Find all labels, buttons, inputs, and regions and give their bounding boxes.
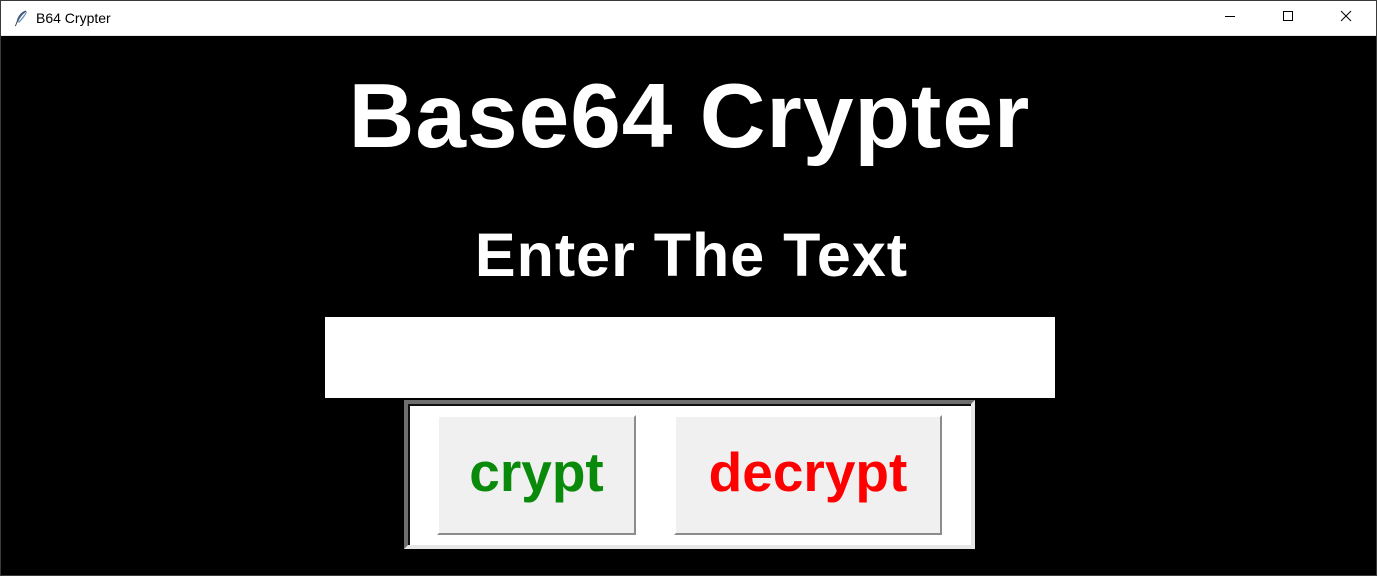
maximize-icon [1282, 9, 1294, 27]
page-title: Base64 Crypter [348, 66, 1031, 167]
input-prompt-label: Enter The Text [474, 221, 909, 289]
button-panel: crypt decrypt [404, 400, 975, 549]
text-input[interactable] [325, 317, 1055, 398]
app-window: B64 Crypter Base64 Crypter Enter The Tex… [0, 0, 1377, 576]
close-icon [1340, 9, 1352, 27]
close-button[interactable] [1317, 1, 1375, 35]
feather-icon [12, 9, 30, 27]
title-bar[interactable]: B64 Crypter [1, 1, 1376, 36]
minimize-icon [1224, 9, 1236, 27]
crypt-button[interactable]: crypt [437, 415, 636, 535]
decrypt-button[interactable]: decrypt [674, 415, 942, 535]
minimize-button[interactable] [1201, 1, 1259, 35]
window-title: B64 Crypter [36, 10, 111, 26]
maximize-button[interactable] [1259, 1, 1317, 35]
